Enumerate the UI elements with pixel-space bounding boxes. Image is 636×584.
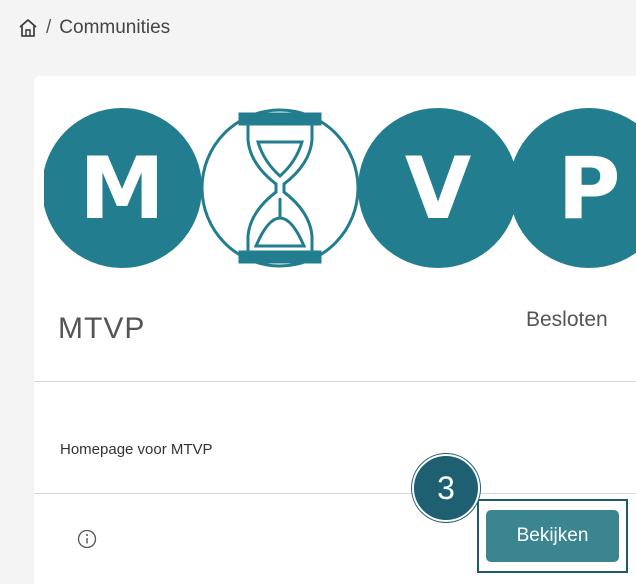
community-card: M V P MTVP Besloten Homepage voor MTVP B… (34, 76, 636, 584)
logo-letter-v: V (405, 139, 472, 239)
breadcrumb-communities[interactable]: Communities (59, 17, 170, 39)
logo-letter-p: P (557, 139, 620, 239)
divider (34, 493, 636, 494)
community-title: MTVP (58, 312, 146, 345)
community-status: Besloten (526, 308, 608, 331)
logo-letter-m: M (79, 139, 165, 239)
community-description: Homepage voor MTVP (60, 441, 213, 458)
view-button[interactable]: Bekijken (486, 510, 619, 562)
breadcrumb: / Communities (18, 14, 170, 42)
community-logo: M V P (44, 108, 636, 268)
step-badge: 3 (412, 454, 480, 522)
breadcrumb-separator: / (46, 17, 52, 38)
divider (34, 381, 636, 382)
info-icon[interactable] (76, 528, 98, 550)
home-icon[interactable] (18, 18, 38, 38)
